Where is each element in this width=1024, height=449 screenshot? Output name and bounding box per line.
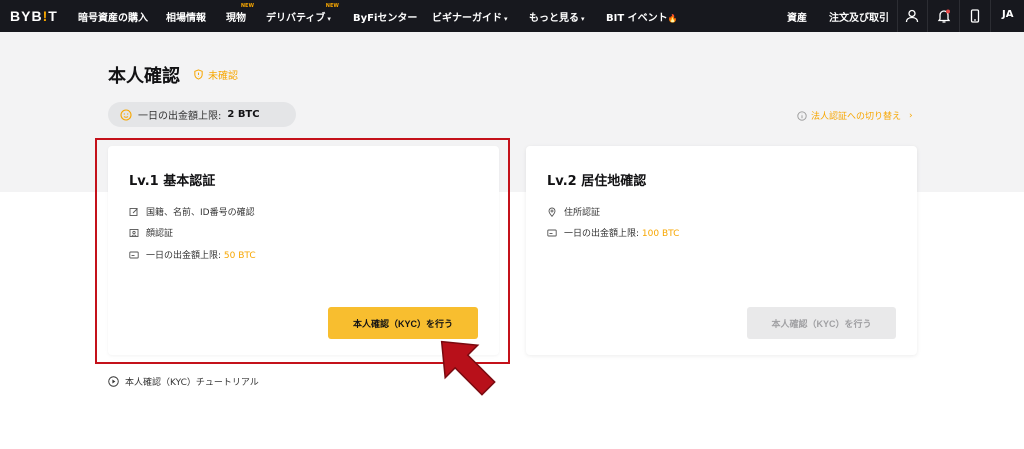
language-selector[interactable]: JA xyxy=(1002,9,1013,20)
nav-spot[interactable]: 現物 NEW xyxy=(226,3,254,24)
verification-status: 未確認 xyxy=(193,67,238,82)
play-icon xyxy=(108,376,119,387)
nav-assets[interactable]: 資産 xyxy=(787,9,807,24)
location-icon xyxy=(548,207,556,217)
chevron-right-icon: › xyxy=(909,110,913,121)
card-title: Lv.2 居住地確認 xyxy=(547,174,647,189)
user-icon[interactable] xyxy=(904,8,920,24)
start-kyc-button-disabled: 本人確認（KYC）を行う xyxy=(747,307,896,339)
arrow-pointer-icon xyxy=(440,340,496,396)
withdrawal-limit-pill: 一日の出金額上限: 2 BTC xyxy=(108,102,296,127)
nav-beginner-guide[interactable]: ビギナーガイド ▾ xyxy=(432,9,508,24)
new-badge: NEW xyxy=(240,3,254,9)
bybit-logo[interactable]: BYB!T xyxy=(10,8,58,24)
bell-icon[interactable] xyxy=(936,8,952,24)
nav-more[interactable]: もっと見る ▾ xyxy=(529,9,585,24)
nav-buy-crypto[interactable]: 暗号資産の購入 xyxy=(78,9,148,24)
kyc-tutorial-link[interactable]: 本人確認（KYC）チュートリアル xyxy=(108,375,259,388)
phone-icon[interactable] xyxy=(967,8,983,24)
nav-derivatives[interactable]: デリバティブ ▾ NEW xyxy=(266,3,339,24)
shield-icon xyxy=(194,69,203,80)
corporate-verification-link[interactable]: 法人認証への切り替え › xyxy=(797,109,913,122)
info-icon xyxy=(797,110,807,121)
nav-bit-event[interactable]: BIT イベント🔥 xyxy=(606,9,678,24)
new-badge: NEW xyxy=(325,3,339,9)
nav-orders[interactable]: 注文及び取引 xyxy=(829,9,889,24)
page-title: 本人確認 xyxy=(108,66,180,87)
card-lv2-residence-verification: Lv.2 居住地確認 住所認証 一日の出金額上限: 100 BTC 本人確認（K… xyxy=(526,146,917,355)
nav-markets[interactable]: 相場情報 xyxy=(166,9,206,24)
face-id-icon xyxy=(120,108,132,121)
feature-withdrawal-limit: 一日の出金額上限: 100 BTC xyxy=(547,226,679,239)
top-navigation: BYB!T 暗号資産の購入 相場情報 現物 NEW デリバティブ ▾ NEW By… xyxy=(0,0,1024,32)
nav-byfi-center[interactable]: ByFiセンター xyxy=(353,9,417,24)
card-icon xyxy=(547,229,557,236)
flame-icon: 🔥 xyxy=(667,14,678,23)
feature-address-verification: 住所認証 xyxy=(547,205,600,218)
